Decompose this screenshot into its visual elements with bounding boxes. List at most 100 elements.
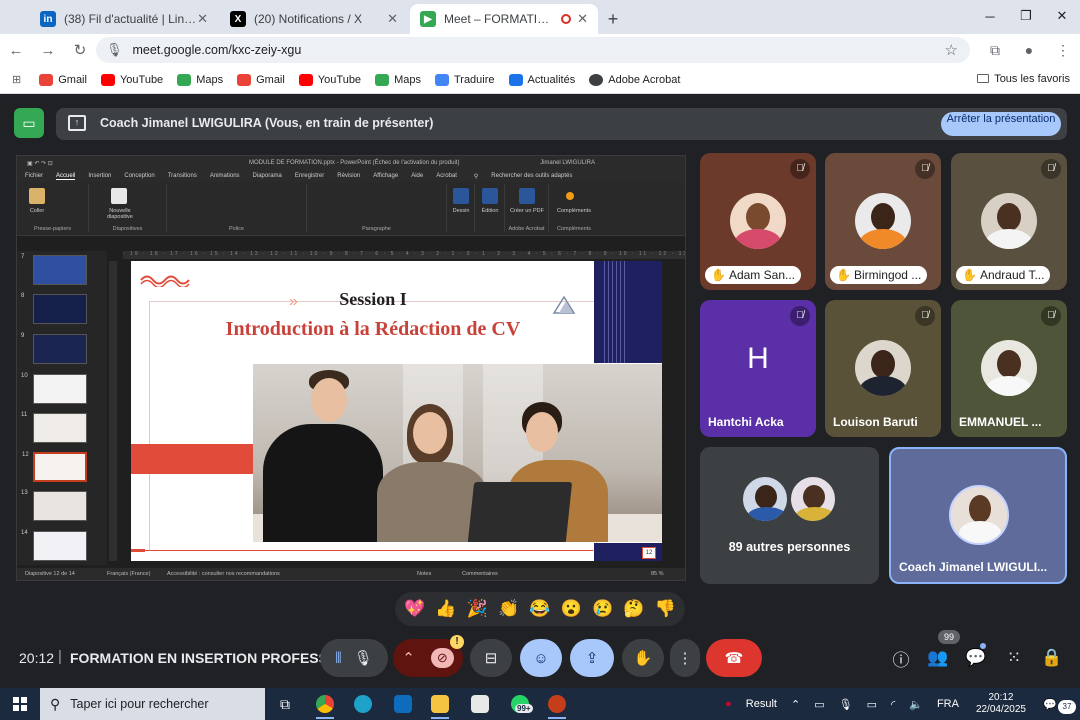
leave-call-button[interactable]: ☎ — [706, 639, 762, 677]
profile-avatar[interactable]: ● — [1012, 42, 1046, 58]
ppt-search-input[interactable]: Rechercher des outils adaptés — [491, 173, 572, 179]
self-tile[interactable]: Coach Jimanel LWIGULI... — [889, 447, 1067, 584]
reaction-laugh-icon[interactable]: 😂 — [529, 599, 550, 619]
tab-meet[interactable]: ▶ Meet – FORMATION EN INS ✕ — [410, 4, 598, 34]
ppt-tab[interactable]: Insertion — [88, 173, 111, 179]
slide-thumbnail[interactable]: 11 — [21, 412, 87, 443]
present-button[interactable]: ⇪ — [570, 639, 614, 677]
reaction-thumbs-down-icon[interactable]: 👎 — [655, 599, 676, 619]
menu-kebab-icon[interactable]: ⋮ — [1046, 42, 1080, 59]
ppt-tab[interactable]: Révision — [337, 173, 360, 179]
create-pdf-icon[interactable] — [519, 188, 535, 204]
taskbar-powerpoint[interactable] — [542, 692, 572, 719]
chevron-up-icon[interactable]: ⌃ — [791, 698, 800, 711]
volume-icon[interactable]: 🔈 — [909, 698, 923, 711]
ppt-tab[interactable]: Fichier — [25, 173, 43, 179]
participant-tile[interactable]: 🎙̸ ✋ Adam San... — [700, 153, 816, 290]
participant-tile[interactable]: 🎙̸ EMMANUEL ... — [951, 300, 1067, 437]
close-tab-icon[interactable]: ✕ — [387, 11, 398, 27]
bookmark-gmail-2[interactable]: Gmail — [237, 73, 285, 86]
taskbar-clock[interactable]: 20:12 22/04/2025 — [976, 692, 1026, 716]
ppt-tab-active[interactable]: Accueil — [56, 173, 76, 180]
bookmark-maps-2[interactable]: Maps — [375, 73, 421, 86]
slide-thumbnail[interactable]: 10 — [21, 373, 87, 404]
reaction-thumbs-up-icon[interactable]: 👍 — [435, 599, 456, 619]
chat-button[interactable]: 💬 — [961, 644, 991, 672]
host-controls-button[interactable]: 🔒 — [1037, 644, 1067, 672]
bookmark-translate[interactable]: Traduire — [434, 73, 495, 86]
addins-icon[interactable] — [566, 192, 574, 200]
wifi-icon[interactable]: ◜ — [891, 698, 895, 711]
tab-x[interactable]: X (20) Notifications / X ✕ — [220, 4, 408, 34]
slide-thumbnail[interactable]: 13 — [21, 490, 87, 521]
reaction-party-icon[interactable]: 🎉 — [467, 599, 488, 619]
close-window-icon[interactable]: ✕ — [1044, 0, 1080, 32]
ppt-tab[interactable]: Enregistrer — [295, 173, 324, 179]
bookmark-youtube-2[interactable]: YouTube — [298, 73, 361, 86]
captions-button[interactable]: ⊟ — [470, 639, 512, 677]
taskbar-search-input[interactable]: ⚲ Taper ici pour rechercher — [40, 688, 265, 720]
taskbar-store[interactable] — [465, 692, 495, 716]
extensions-icon[interactable]: ⧉ — [978, 42, 1012, 59]
participant-tile[interactable]: 🎙̸ Louison Baruti — [825, 300, 941, 437]
start-button[interactable] — [0, 688, 40, 720]
taskbar-outlook[interactable] — [388, 692, 418, 716]
stop-presenting-button[interactable]: Arrêter la présentation — [941, 112, 1061, 136]
paste-icon[interactable] — [29, 188, 45, 204]
reaction-heart-icon[interactable]: 💖 — [404, 599, 425, 619]
restore-icon[interactable]: ❐ — [1008, 0, 1044, 32]
bookmark-news[interactable]: Actualités — [508, 73, 575, 86]
ppt-tab[interactable]: Affichage — [373, 173, 398, 179]
participant-tile[interactable]: H 🎙̸ Hantchi Acka — [700, 300, 816, 437]
emoji-button[interactable]: ☺ — [520, 639, 562, 677]
apps-grid-icon[interactable]: ⊞ — [12, 73, 21, 86]
ppt-tab[interactable]: Transitions — [168, 173, 197, 179]
bookmark-youtube[interactable]: YouTube — [100, 73, 163, 86]
forward-button[interactable]: → — [32, 34, 64, 66]
slide-thumbnail[interactable]: 7 — [21, 254, 87, 285]
ppt-tab[interactable]: Diaporama — [253, 173, 282, 179]
input-language[interactable]: FRA — [937, 698, 959, 710]
close-tab-icon[interactable]: ✕ — [577, 11, 588, 27]
edit-icon[interactable] — [482, 188, 498, 204]
bookmark-star-icon[interactable]: ☆ — [945, 41, 958, 59]
more-options-button[interactable]: ⋮ — [670, 639, 700, 677]
reaction-clap-icon[interactable]: 👏 — [498, 599, 519, 619]
reload-button[interactable]: ↻ — [64, 34, 96, 66]
microphone-button[interactable]: ⦀ 🎙 — [320, 639, 388, 677]
meeting-info-button[interactable]: ⓘ — [886, 644, 916, 672]
status-comments[interactable]: Commentaires — [462, 571, 498, 577]
taskbar-chrome[interactable] — [310, 692, 340, 719]
ppt-tab[interactable]: Acrobat — [436, 173, 457, 179]
slide-thumbnail[interactable]: 14 — [21, 530, 87, 561]
url-input[interactable]: 🎙 meet.google.com/kxc-zeiy-xgu ☆ — [96, 37, 970, 63]
reaction-sad-icon[interactable]: 😢 — [592, 599, 613, 619]
task-view-button[interactable]: ⧉ — [270, 692, 300, 716]
battery-icon[interactable]: ▭ — [867, 698, 877, 711]
participant-tile[interactable]: 🎙̸ ✋ Birmingod ... — [825, 153, 941, 290]
minimize-icon[interactable]: ─ — [972, 0, 1008, 32]
other-participants-tile[interactable]: 89 autres personnes — [700, 447, 879, 584]
slide-thumbnail-selected[interactable]: 12 — [22, 452, 87, 482]
status-zoom[interactable]: 85 % — [651, 571, 664, 577]
ppt-tab[interactable]: Aide — [411, 173, 423, 179]
bookmark-maps[interactable]: Maps — [177, 73, 223, 86]
raise-hand-button[interactable]: ✋ — [622, 639, 664, 677]
back-button[interactable]: ← — [0, 34, 32, 66]
new-slide-icon[interactable] — [111, 188, 127, 204]
taskbar-edge[interactable] — [348, 692, 378, 716]
status-notes[interactable]: Notes — [417, 571, 431, 577]
taskbar-whatsapp[interactable]: 99+ — [505, 692, 535, 716]
all-bookmarks-button[interactable]: Tous les favoris — [977, 73, 1070, 85]
participant-tile[interactable]: 🎙̸ ✋ Andraud T... — [951, 153, 1067, 290]
people-button[interactable]: 👥 — [923, 644, 953, 672]
bookmark-gmail[interactable]: Gmail — [39, 73, 87, 86]
taskbar-file-explorer[interactable] — [425, 692, 455, 719]
reaction-surprised-icon[interactable]: 😮 — [561, 599, 582, 619]
activities-button[interactable]: ⁙ — [999, 644, 1029, 672]
reaction-thinking-icon[interactable]: 🤔 — [623, 599, 644, 619]
bookmark-acrobat[interactable]: Adobe Acrobat — [589, 73, 680, 86]
tab-linkedin[interactable]: in (38) Fil d'actualité | LinkedIn ✕ — [30, 4, 218, 34]
status-accessibility[interactable]: Accessibilité : consulter nos recommanda… — [167, 571, 280, 577]
close-tab-icon[interactable]: ✕ — [197, 11, 208, 27]
